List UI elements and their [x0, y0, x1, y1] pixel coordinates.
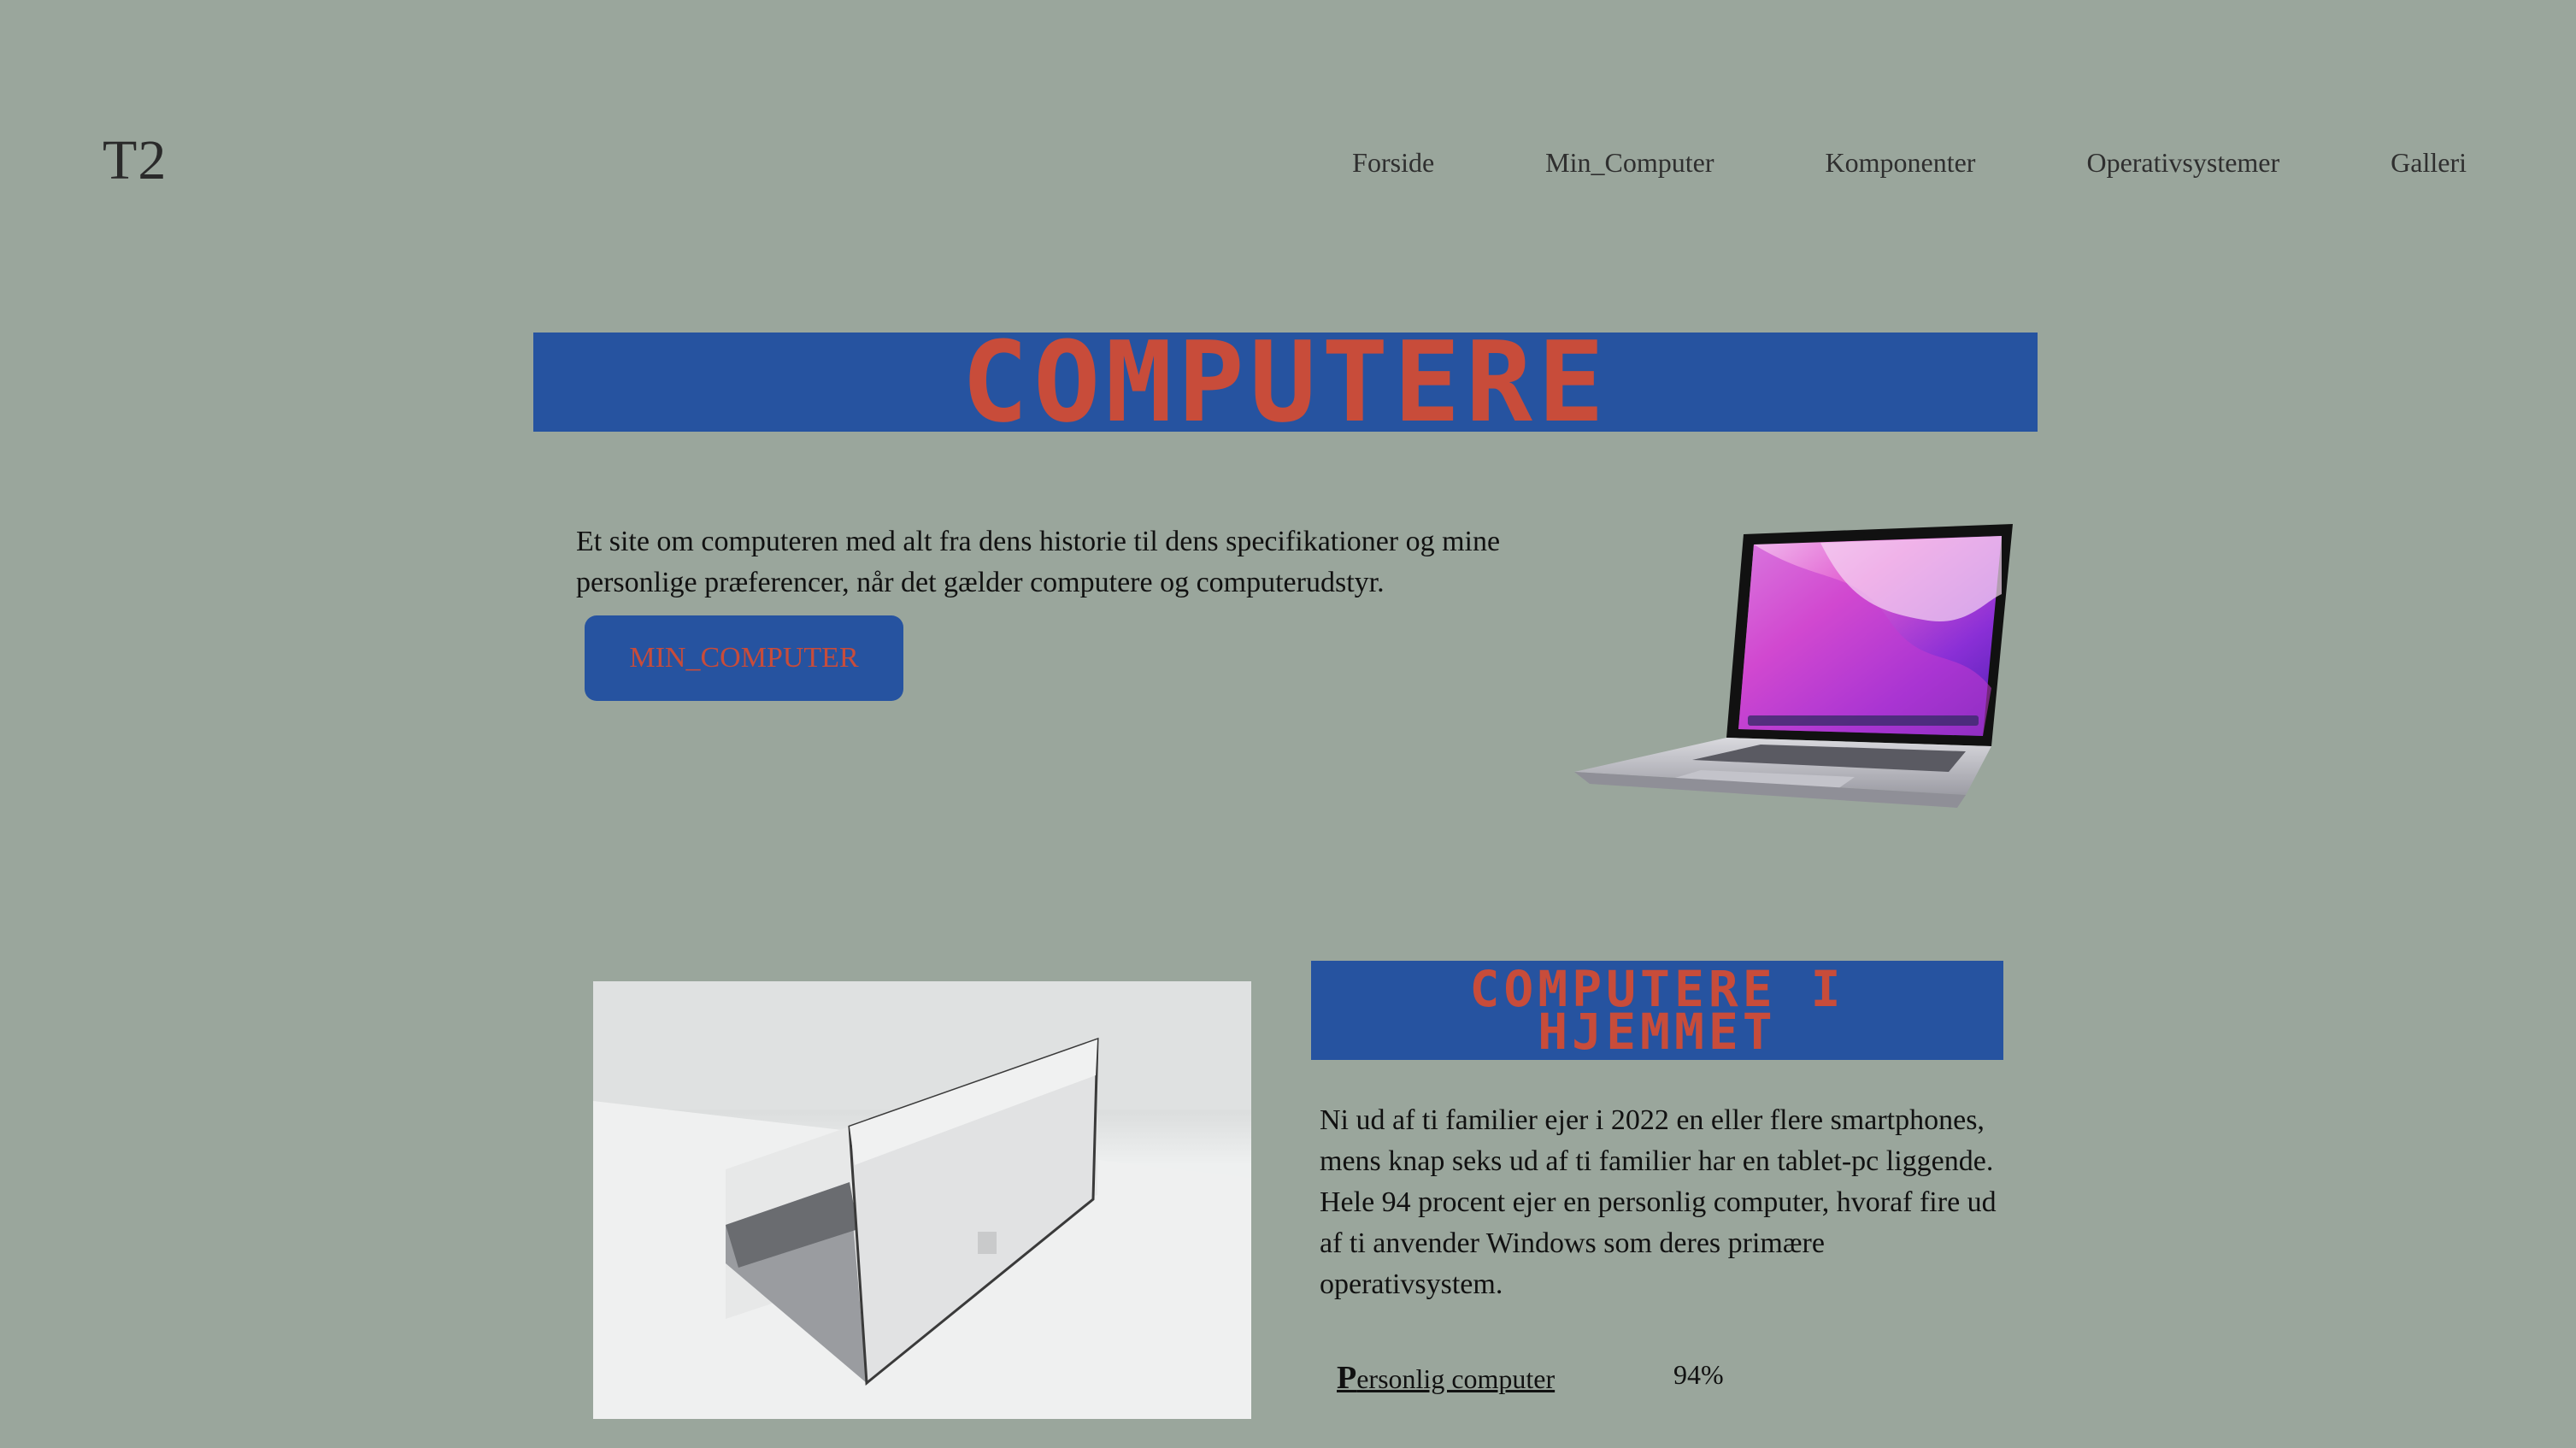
section-text: Ni ud af ti familier ejer i 2022 en elle…: [1320, 1104, 1997, 1300]
stat-label-rest: ersonlig computer: [1356, 1363, 1556, 1394]
laptop-back-photo: [593, 981, 1251, 1419]
hero-banner: COMPUTERE: [533, 333, 2038, 432]
section-title: COMPUTERE I HJEMMET: [1469, 964, 1844, 1057]
stat-row: Personlig computer 94%: [1337, 1359, 1850, 1402]
min-computer-button[interactable]: MIN_COMPUTER: [585, 615, 903, 701]
site-logo[interactable]: T2: [103, 128, 167, 193]
main-nav: Forside Min_Computer Komponenter Operati…: [1352, 147, 2467, 179]
stat-label[interactable]: Personlig computer: [1337, 1359, 1555, 1397]
hero-title: COMPUTERE: [961, 333, 1610, 432]
stat-value: 94%: [1673, 1359, 1724, 1390]
section-banner: COMPUTERE I HJEMMET: [1311, 961, 2003, 1060]
stat-label-initial: P: [1337, 1360, 1357, 1396]
laptop-back-illustration: [593, 981, 1251, 1419]
laptop-front-image: [1574, 524, 2013, 808]
nav-item-galleri[interactable]: Galleri: [2391, 147, 2467, 179]
nav-item-min-computer[interactable]: Min_Computer: [1545, 147, 1714, 179]
nav-item-komponenter[interactable]: Komponenter: [1826, 147, 1976, 179]
hero-intro-text: Et site om computeren med alt fra dens h…: [576, 526, 1501, 598]
nav-item-operativsystemer[interactable]: Operativsystemer: [2086, 147, 2279, 179]
nav-item-forside[interactable]: Forside: [1352, 147, 1434, 179]
